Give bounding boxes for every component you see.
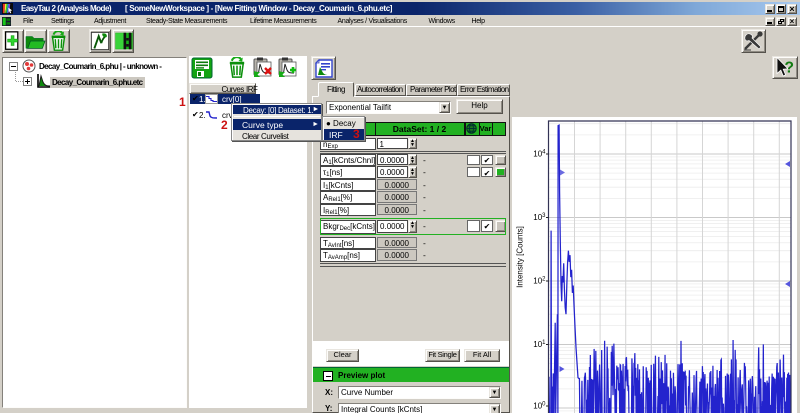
- svg-text:?: ?: [785, 60, 794, 77]
- svg-text:Intensity [Counts]: Intensity [Counts]: [516, 226, 525, 288]
